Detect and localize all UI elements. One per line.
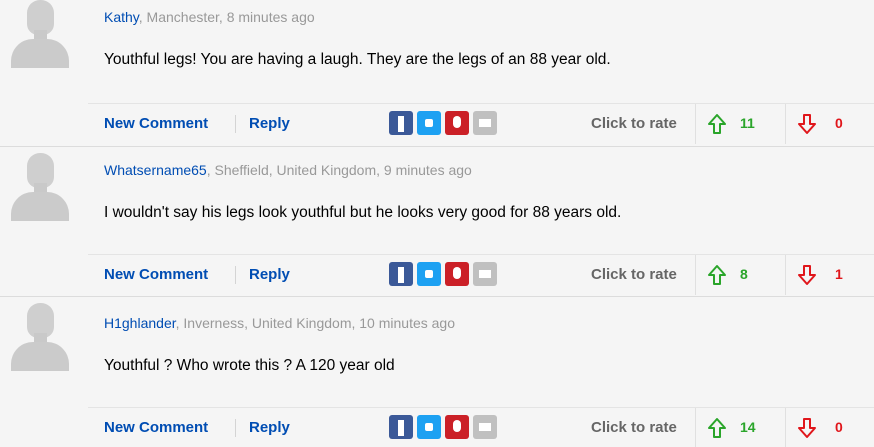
- thumbs-up-arrow-icon[interactable]: [706, 113, 728, 135]
- comment-location-time: , Inverness, United Kingdom, 10 minutes …: [175, 315, 456, 331]
- reply-button[interactable]: Reply: [249, 266, 290, 283]
- avatar: [11, 153, 69, 221]
- username-link[interactable]: H1ghlander: [104, 315, 176, 331]
- email-icon[interactable]: [473, 415, 497, 439]
- thumbs-down-arrow-icon[interactable]: [796, 417, 818, 439]
- pinterest-icon[interactable]: [445, 262, 469, 286]
- comment-actions: New Comment Reply Click to rate 11 0: [88, 103, 874, 144]
- click-to-rate-label: Click to rate: [591, 266, 677, 283]
- new-comment-button[interactable]: New Comment: [104, 266, 208, 283]
- twitter-icon[interactable]: [417, 111, 441, 135]
- email-icon[interactable]: [473, 262, 497, 286]
- twitter-icon[interactable]: [417, 415, 441, 439]
- username-link[interactable]: Whatsername65: [104, 162, 207, 178]
- comment-text: Youthful ? Who wrote this ? A 120 year o…: [104, 357, 395, 374]
- downvote-count: 0: [835, 419, 843, 435]
- new-comment-button[interactable]: New Comment: [104, 115, 208, 132]
- comment-item: H1ghlander, Inverness, United Kingdom, 1…: [0, 297, 874, 447]
- thumbs-down-arrow-icon[interactable]: [796, 113, 818, 135]
- comment-location-time: , Manchester, 8 minutes ago: [138, 9, 315, 25]
- facebook-icon[interactable]: [389, 262, 413, 286]
- comment-meta: Kathy, Manchester, 8 minutes ago: [104, 9, 315, 25]
- avatar: [11, 0, 69, 68]
- twitter-icon[interactable]: [417, 262, 441, 286]
- reply-button[interactable]: Reply: [249, 419, 290, 436]
- click-to-rate-label: Click to rate: [591, 115, 677, 132]
- downvote-count: 1: [835, 266, 843, 282]
- upvote-count: 11: [740, 115, 755, 131]
- comment-text: Youthful legs! You are having a laugh. T…: [104, 51, 611, 68]
- comment-text: I wouldn't say his legs look youthful bu…: [104, 204, 622, 221]
- comment-actions: New Comment Reply Click to rate 8 1: [88, 254, 874, 295]
- upvote-count: 8: [740, 266, 748, 282]
- downvote-count: 0: [835, 115, 843, 131]
- comment-item: Kathy, Manchester, 8 minutes ago Youthfu…: [0, 0, 874, 147]
- comment-meta: Whatsername65, Sheffield, United Kingdom…: [104, 162, 472, 178]
- comment-actions: New Comment Reply Click to rate 14 0: [88, 407, 874, 447]
- comment-item: Whatsername65, Sheffield, United Kingdom…: [0, 147, 874, 297]
- click-to-rate-label: Click to rate: [591, 419, 677, 436]
- email-icon[interactable]: [473, 111, 497, 135]
- pinterest-icon[interactable]: [445, 111, 469, 135]
- comment-meta: H1ghlander, Inverness, United Kingdom, 1…: [104, 315, 455, 331]
- avatar: [11, 303, 69, 371]
- comment-location-time: , Sheffield, United Kingdom, 9 minutes a…: [206, 162, 472, 178]
- facebook-icon[interactable]: [389, 415, 413, 439]
- thumbs-down-arrow-icon[interactable]: [796, 264, 818, 286]
- username-link[interactable]: Kathy: [104, 9, 139, 25]
- thumbs-up-arrow-icon[interactable]: [706, 264, 728, 286]
- new-comment-button[interactable]: New Comment: [104, 419, 208, 436]
- pinterest-icon[interactable]: [445, 415, 469, 439]
- reply-button[interactable]: Reply: [249, 115, 290, 132]
- facebook-icon[interactable]: [389, 111, 413, 135]
- thumbs-up-arrow-icon[interactable]: [706, 417, 728, 439]
- upvote-count: 14: [740, 419, 756, 435]
